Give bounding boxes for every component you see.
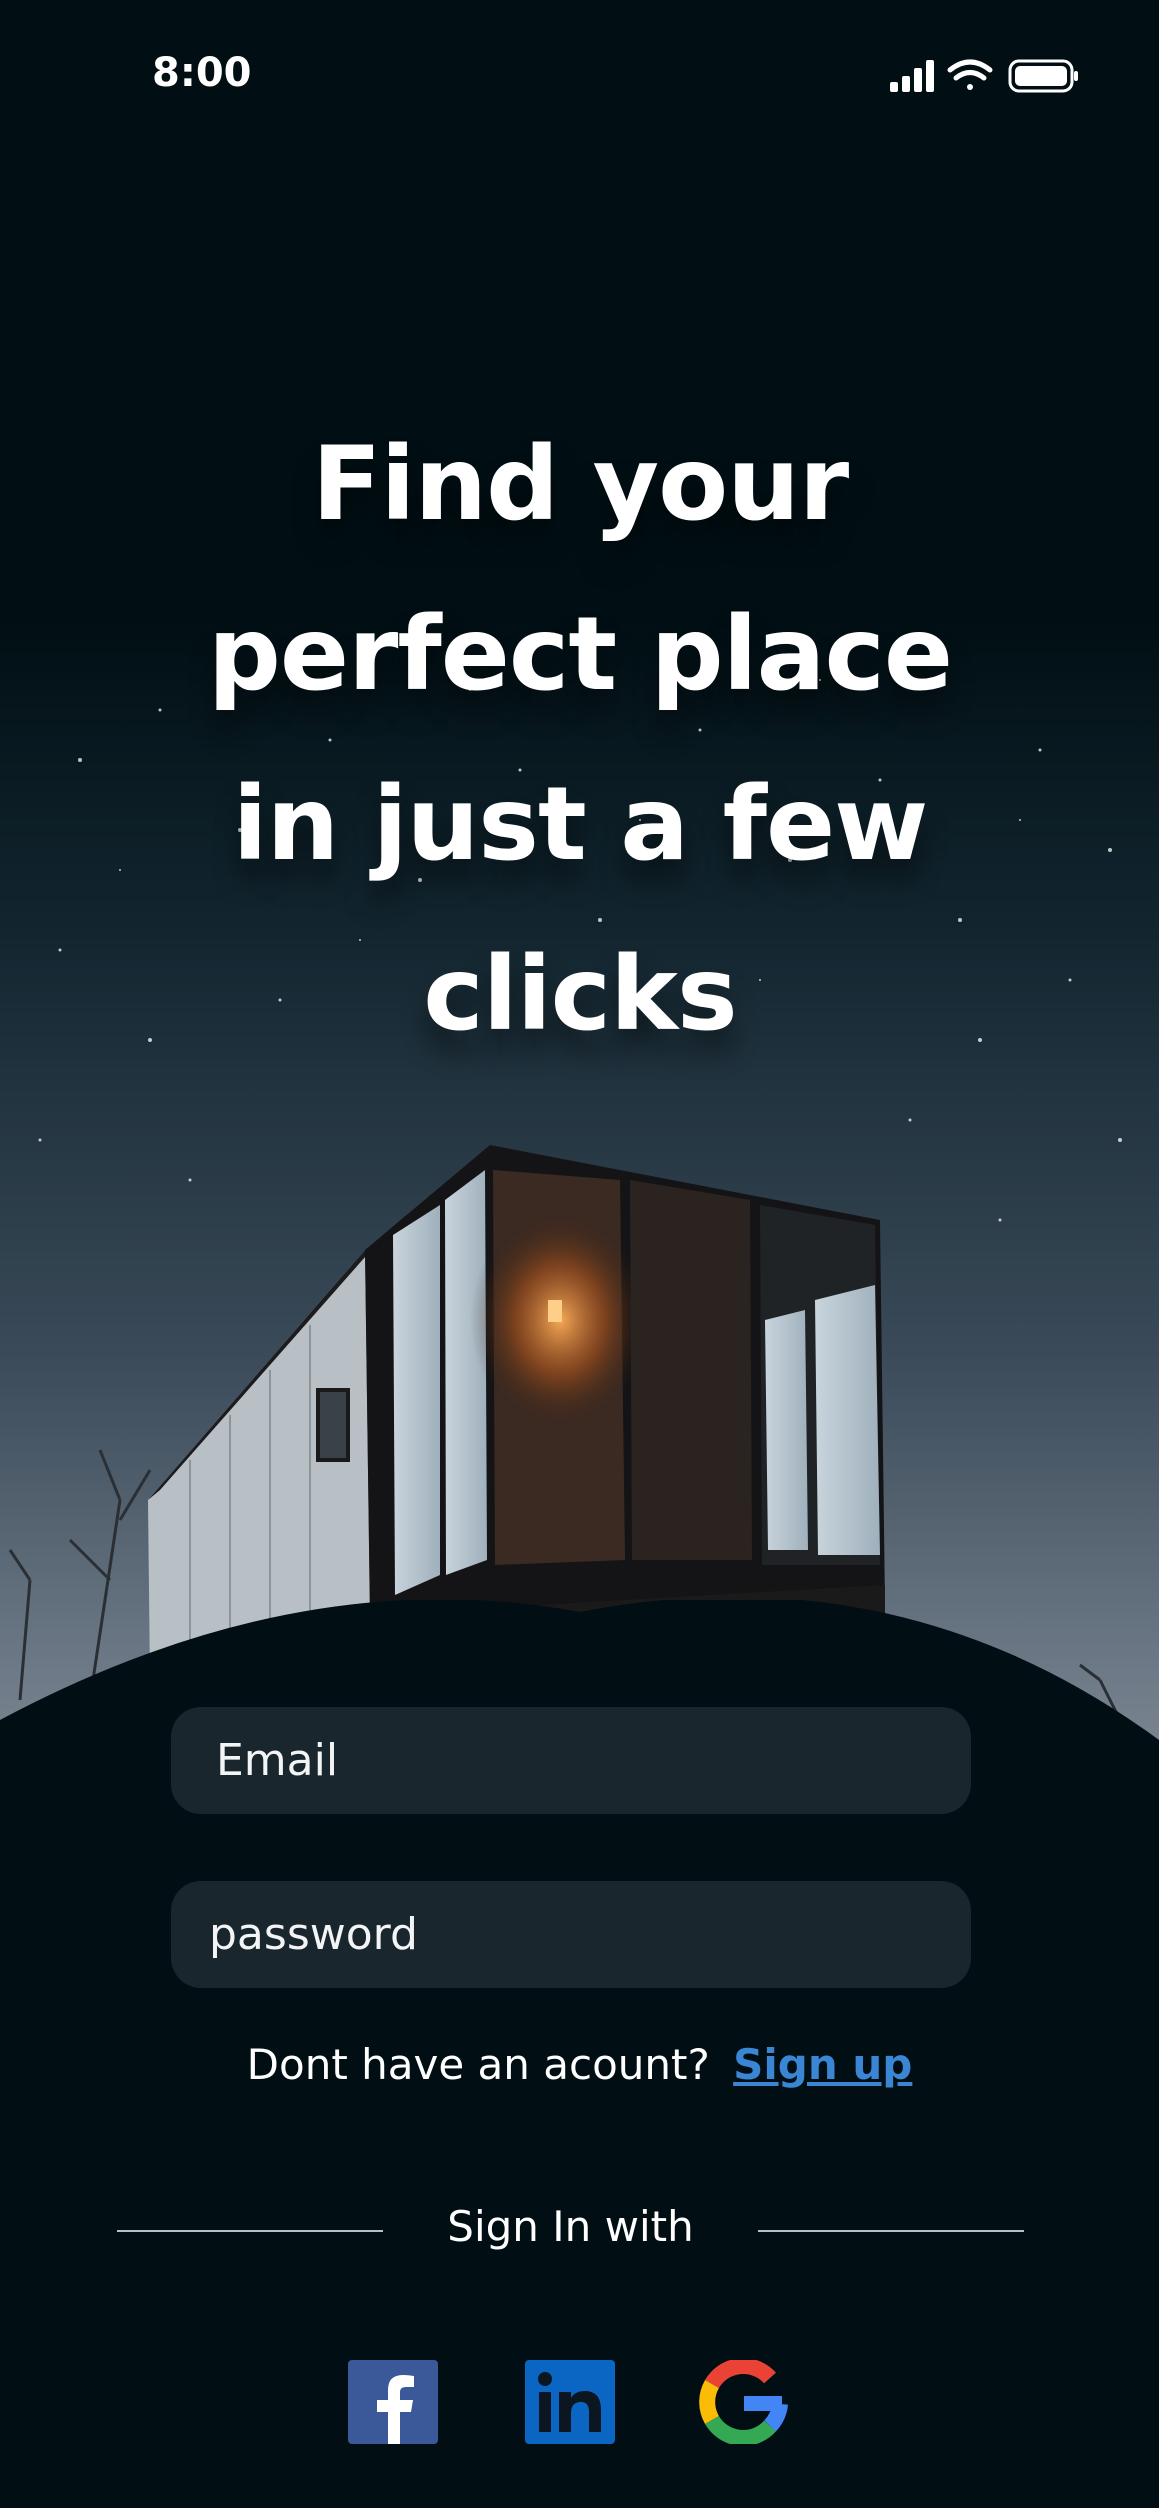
google-icon[interactable] xyxy=(698,2360,790,2444)
status-icons xyxy=(890,59,1078,93)
divider-right xyxy=(758,2230,1024,2232)
headline-line: Find your xyxy=(311,425,849,544)
password-field[interactable]: password xyxy=(171,1881,971,1988)
email-field[interactable]: Email xyxy=(171,1707,971,1814)
wifi-icon xyxy=(947,59,993,90)
divider-left xyxy=(117,2230,383,2232)
signup-link[interactable]: Sign up xyxy=(733,2040,912,2089)
signup-prompt: Dont have an acount? xyxy=(246,2040,710,2089)
password-placeholder: password xyxy=(209,1909,418,1960)
signin-with-label: Sign In with xyxy=(447,2202,694,2251)
headline-line: perfect place xyxy=(207,595,953,714)
headline-line: clicks xyxy=(423,935,737,1054)
signal-icon xyxy=(890,60,934,92)
signup-row: Dont have an acount? Sign up xyxy=(0,2040,1159,2089)
status-time: 8:00 xyxy=(152,50,252,96)
facebook-icon[interactable] xyxy=(348,2360,438,2444)
linkedin-icon[interactable] xyxy=(525,2360,615,2444)
email-placeholder: Email xyxy=(216,1735,339,1786)
headline: Find your perfect place in just a few cl… xyxy=(80,400,1080,1080)
headline-line: in just a few xyxy=(232,765,929,884)
battery-icon xyxy=(1008,59,1078,93)
status-bar: 8:00 xyxy=(0,0,1159,150)
login-screen: 8:00 Find your perfect place in just a f… xyxy=(0,0,1159,2508)
